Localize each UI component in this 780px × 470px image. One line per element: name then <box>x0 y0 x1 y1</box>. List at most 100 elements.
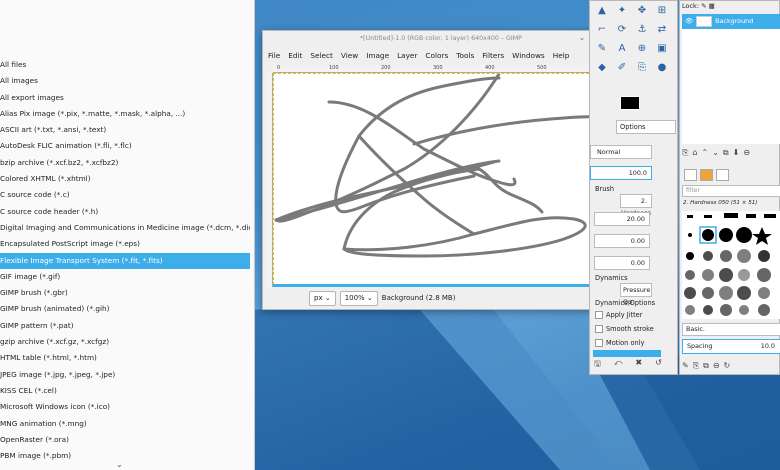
menu-select[interactable]: Select <box>310 51 333 60</box>
brush-grid[interactable] <box>682 211 780 319</box>
paths-icon[interactable]: ✎ <box>594 41 610 57</box>
file-type-item[interactable]: HTML table (*.html, *.htm) <box>0 350 250 366</box>
delete-options-icon[interactable]: ✖ <box>635 358 642 372</box>
dynamics-select[interactable]: Pressure Op <box>620 283 652 306</box>
flip-icon[interactable]: ⇄ <box>654 22 670 38</box>
file-type-list[interactable]: All files All images All export images Alia… <box>0 57 250 464</box>
save-options-icon[interactable]: 🖫 <box>594 358 601 372</box>
lower-layer-icon[interactable]: ⌄ <box>712 148 719 158</box>
rotate-icon[interactable]: ⟳ <box>614 22 630 38</box>
unit-select[interactable]: px ⌄ <box>309 290 336 306</box>
apply-jitter-option[interactable]: Apply Jitter <box>595 311 642 319</box>
angle-field[interactable]: 0.00 <box>594 256 650 270</box>
duplicate-layer-icon[interactable]: ⧉ <box>723 148 729 158</box>
text-icon[interactable]: A <box>614 41 630 57</box>
opacity-field[interactable]: 100.0 <box>590 166 652 180</box>
dynamics-options-expander[interactable]: Dynamics Options <box>595 299 655 307</box>
file-type-item[interactable]: KISS CEL (*.cel) <box>0 383 250 399</box>
foreground-color-swatch[interactable] <box>620 96 640 110</box>
brush-preset-select[interactable]: Basic. <box>682 323 780 336</box>
menu-tools[interactable]: Tools <box>456 51 474 60</box>
layers-list[interactable] <box>682 29 780 144</box>
reset-options-icon[interactable]: ↺ <box>655 358 662 372</box>
new-brush-icon[interactable]: ⎘ <box>693 361 699 371</box>
zoom-select[interactable]: 100% ⌄ <box>339 290 378 306</box>
file-type-item[interactable]: C source code (*.c) <box>0 187 250 203</box>
menu-windows[interactable]: Windows <box>512 51 545 60</box>
new-group-icon[interactable]: ⌂ <box>692 148 697 158</box>
chevron-down-icon[interactable]: ⌄ <box>116 460 123 469</box>
menu-edit[interactable]: Edit <box>288 51 302 60</box>
zoom-tool-icon[interactable]: ⊕ <box>634 41 650 57</box>
magic-wand-icon[interactable]: ✦ <box>614 3 630 19</box>
file-type-item[interactable]: All export images <box>0 90 250 106</box>
bucket-fill-icon[interactable]: ◆ <box>594 60 610 76</box>
image-canvas[interactable] <box>273 72 609 285</box>
menu-image[interactable]: Image <box>366 51 389 60</box>
apply-jitter-checkbox[interactable] <box>595 311 603 319</box>
crop-icon[interactable]: ⌐ <box>594 22 610 38</box>
menu-help[interactable]: Help <box>553 51 570 60</box>
file-type-item[interactable]: GIF image (*.gif) <box>0 269 250 285</box>
file-type-item[interactable]: bzip archive (*.xcf.bz2, *.xcfbz2) <box>0 155 250 171</box>
options-slider[interactable] <box>593 350 661 357</box>
warp-icon[interactable]: ⚓ <box>634 22 650 38</box>
align-icon[interactable]: ⊞ <box>654 3 670 19</box>
file-type-item[interactable]: Digital Imaging and Communications in Me… <box>0 220 250 236</box>
lock-pixels-icon[interactable]: ✎ <box>701 2 706 10</box>
tab-tool-options[interactable]: Options <box>616 120 676 134</box>
file-type-item[interactable]: GIMP brush (animated) (*.gih) <box>0 301 250 317</box>
motion-only-option[interactable]: Motion only <box>595 339 644 347</box>
file-type-item[interactable]: C source code header (*.h) <box>0 204 250 220</box>
minimize-icon[interactable]: ⌄ <box>577 33 587 43</box>
tab-gradient[interactable] <box>700 169 713 181</box>
file-type-item[interactable]: MNG animation (*.mng) <box>0 416 250 432</box>
brush-filter-input[interactable]: filter <box>682 185 780 197</box>
edit-brush-icon[interactable]: ✎ <box>682 361 689 371</box>
canvas-area[interactable] <box>273 72 611 287</box>
file-type-item[interactable]: Flexible Image Transport System (*.fit, … <box>0 252 250 269</box>
file-type-item[interactable]: Microsoft Windows icon (*.ico) <box>0 399 250 415</box>
free-select-icon[interactable]: ▲ <box>594 3 610 19</box>
delete-brush-icon[interactable]: ⊖ <box>713 361 720 371</box>
file-type-item[interactable]: All images <box>0 73 250 89</box>
measure-icon[interactable]: ▣ <box>654 41 670 57</box>
file-type-item[interactable]: ASCII art (*.txt, *.ansi, *.text) <box>0 122 250 138</box>
duplicate-brush-icon[interactable]: ⧉ <box>703 361 709 371</box>
mode-select[interactable]: Normal <box>590 145 652 159</box>
paintbrush-icon[interactable]: ✐ <box>614 60 630 76</box>
motion-only-checkbox[interactable] <box>595 339 603 347</box>
menu-layer[interactable]: Layer <box>397 51 417 60</box>
smooth-stroke-option[interactable]: Smooth stroke <box>595 325 654 333</box>
refresh-brushes-icon[interactable]: ↻ <box>724 361 731 371</box>
lock-alpha-icon[interactable]: ▦ <box>709 2 715 10</box>
file-type-item[interactable]: GIMP brush (*.gbr) <box>0 285 250 301</box>
brush-select[interactable]: 2. Hardness <box>620 194 652 217</box>
menu-filters[interactable]: Filters <box>482 51 504 60</box>
smooth-stroke-checkbox[interactable] <box>595 325 603 333</box>
file-type-item[interactable]: OpenRaster (*.ora) <box>0 432 250 448</box>
file-type-item[interactable]: AutoDesk FLIC animation (*.fli, *.flc) <box>0 138 250 154</box>
delete-layer-icon[interactable]: ⊖ <box>743 148 750 158</box>
move-icon[interactable]: ✥ <box>634 3 650 19</box>
tab-fonts[interactable] <box>716 169 729 181</box>
layer-row-background[interactable]: 👁 Background <box>682 14 780 29</box>
file-type-item[interactable]: All files <box>0 57 250 73</box>
clone-icon[interactable]: ⎘ <box>634 60 650 76</box>
visibility-eye-icon[interactable]: 👁 <box>685 14 693 29</box>
file-type-item[interactable]: Alias Pix image (*.pix, *.matte, *.mask,… <box>0 106 250 122</box>
spacing-slider[interactable]: Spacing 10.0 <box>682 339 780 354</box>
raise-layer-icon[interactable]: ⌃ <box>701 148 708 158</box>
size-field[interactable]: 20.00 <box>594 212 650 226</box>
menu-file[interactable]: File <box>268 51 280 60</box>
tab-pattern[interactable] <box>684 169 697 181</box>
window-titlebar[interactable]: *[Untitled]-1.0 (RGB color, 1 layer) 640… <box>263 31 619 47</box>
file-type-item[interactable]: gzip archive (*.xcf.gz, *.xcfgz) <box>0 334 250 350</box>
merge-layer-icon[interactable]: ⬇ <box>733 148 740 158</box>
file-type-item[interactable]: PBM image (*.pbm) <box>0 448 250 464</box>
aspect-field[interactable]: 0.00 <box>594 234 650 248</box>
file-type-item[interactable]: Colored XHTML (*.xhtml) <box>0 171 250 187</box>
new-layer-icon[interactable]: ⎘ <box>682 148 688 158</box>
file-type-item[interactable]: JPEG image (*.jpg, *.jpeg, *.jpe) <box>0 367 250 383</box>
menu-colors[interactable]: Colors <box>425 51 448 60</box>
